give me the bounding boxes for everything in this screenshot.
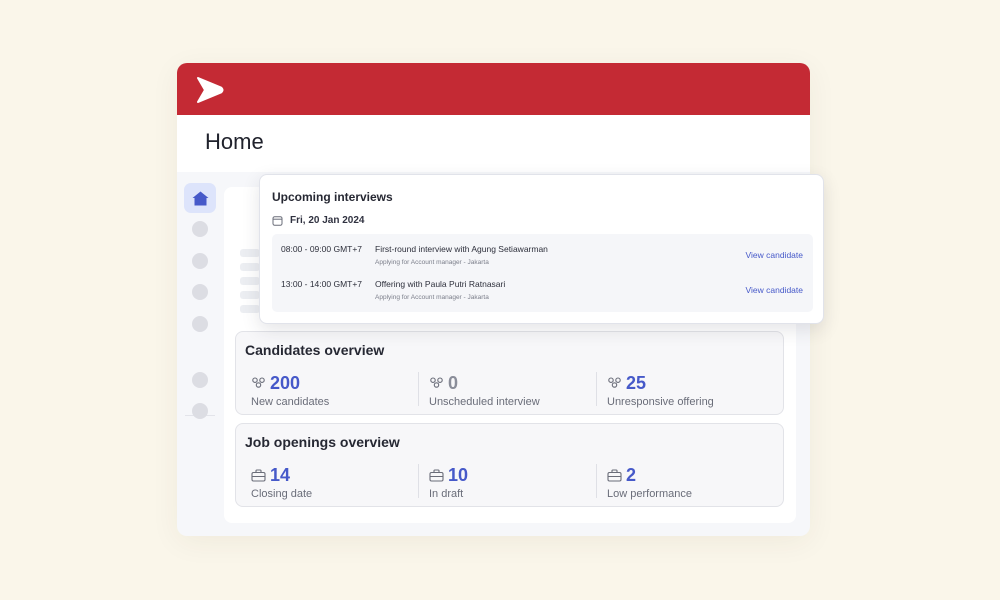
card-title: Job openings overview — [245, 434, 400, 450]
view-candidate-link[interactable]: View candidate — [746, 285, 804, 295]
interview-title: First-round interview with Agung Setiawa… — [375, 244, 548, 254]
sidebar-item[interactable] — [192, 253, 208, 269]
stat-in-draft[interactable]: 10 In draft — [429, 464, 469, 501]
stat-divider — [418, 464, 419, 498]
stat-unscheduled-interview[interactable]: 0 Unscheduled interview — [429, 372, 540, 409]
stat-closing-date[interactable]: 14 Closing date — [251, 464, 313, 501]
people-icon — [608, 377, 621, 388]
stat-new-candidates[interactable]: 200 New candidates — [251, 372, 330, 409]
briefcase-icon — [607, 468, 622, 482]
placeholder-line — [240, 291, 260, 299]
calendar-icon — [272, 216, 283, 226]
placeholder-line — [240, 249, 260, 257]
sidebar-item[interactable] — [192, 403, 208, 419]
sidebar-item[interactable] — [192, 372, 208, 388]
logo-icon[interactable] — [195, 76, 225, 104]
page-header: Home — [177, 115, 810, 172]
stat-label: Unresponsive offering — [607, 396, 714, 408]
home-icon — [192, 191, 208, 205]
stat-value: 14 — [270, 464, 291, 485]
page-title: Home — [205, 129, 264, 154]
placeholder-line — [240, 305, 260, 313]
placeholder-line — [240, 277, 260, 285]
top-bar — [177, 63, 810, 115]
stat-label: In draft — [429, 488, 464, 500]
sidebar-item-home[interactable] — [184, 183, 216, 213]
stat-value: 25 — [626, 372, 647, 393]
interview-item: 13:00 - 14:00 GMT+7 Offering with Paula … — [272, 269, 813, 303]
people-icon — [252, 377, 265, 388]
card-title: Candidates overview — [245, 342, 385, 358]
sidebar-item[interactable] — [192, 284, 208, 300]
date-label: Fri, 20 Jan 2024 — [290, 215, 365, 226]
stat-divider — [596, 464, 597, 498]
stat-value: 0 — [448, 372, 459, 393]
sidebar-item[interactable] — [192, 221, 208, 237]
interview-time: 13:00 - 14:00 GMT+7 — [281, 279, 363, 289]
stat-label: Closing date — [251, 488, 313, 500]
stat-value: 200 — [270, 372, 301, 393]
stat-label: Unscheduled interview — [429, 396, 540, 408]
stat-unresponsive-offering[interactable]: 25 Unresponsive offering — [607, 372, 714, 409]
stat-label: New candidates — [251, 396, 330, 408]
interview-date: Fri, 20 Jan 2024 — [272, 215, 365, 226]
stat-value: 10 — [448, 464, 469, 485]
interview-item: 08:00 - 09:00 GMT+7 First-round intervie… — [272, 234, 813, 268]
stat-divider — [596, 372, 597, 406]
people-icon — [430, 377, 443, 388]
stat-divider — [418, 372, 419, 406]
stat-value: 2 — [626, 464, 637, 485]
placeholder-line — [240, 263, 260, 271]
briefcase-icon — [429, 468, 444, 482]
upcoming-interviews-panel: Upcoming interviews Fri, 20 Jan 2024 08:… — [259, 174, 824, 324]
interview-list: 08:00 - 09:00 GMT+7 First-round intervie… — [272, 234, 813, 312]
interview-title: Offering with Paula Putri Ratnasari — [375, 279, 506, 289]
briefcase-icon — [251, 468, 266, 482]
candidates-overview-card: Candidates overview 200 New candidates 0… — [235, 331, 784, 415]
sidebar — [177, 172, 223, 536]
interview-subtitle: Applying for Account manager - Jakarta — [375, 259, 489, 266]
interview-time: 08:00 - 09:00 GMT+7 — [281, 244, 363, 254]
view-candidate-link[interactable]: View candidate — [746, 250, 804, 260]
job-openings-overview-card: Job openings overview 14 Closing date 10… — [235, 423, 784, 507]
interview-subtitle: Applying for Account manager - Jakarta — [375, 294, 489, 301]
stat-low-performance[interactable]: 2 Low performance — [607, 464, 692, 501]
panel-title: Upcoming interviews — [272, 190, 393, 204]
sidebar-item[interactable] — [192, 316, 208, 332]
stat-label: Low performance — [607, 488, 692, 500]
